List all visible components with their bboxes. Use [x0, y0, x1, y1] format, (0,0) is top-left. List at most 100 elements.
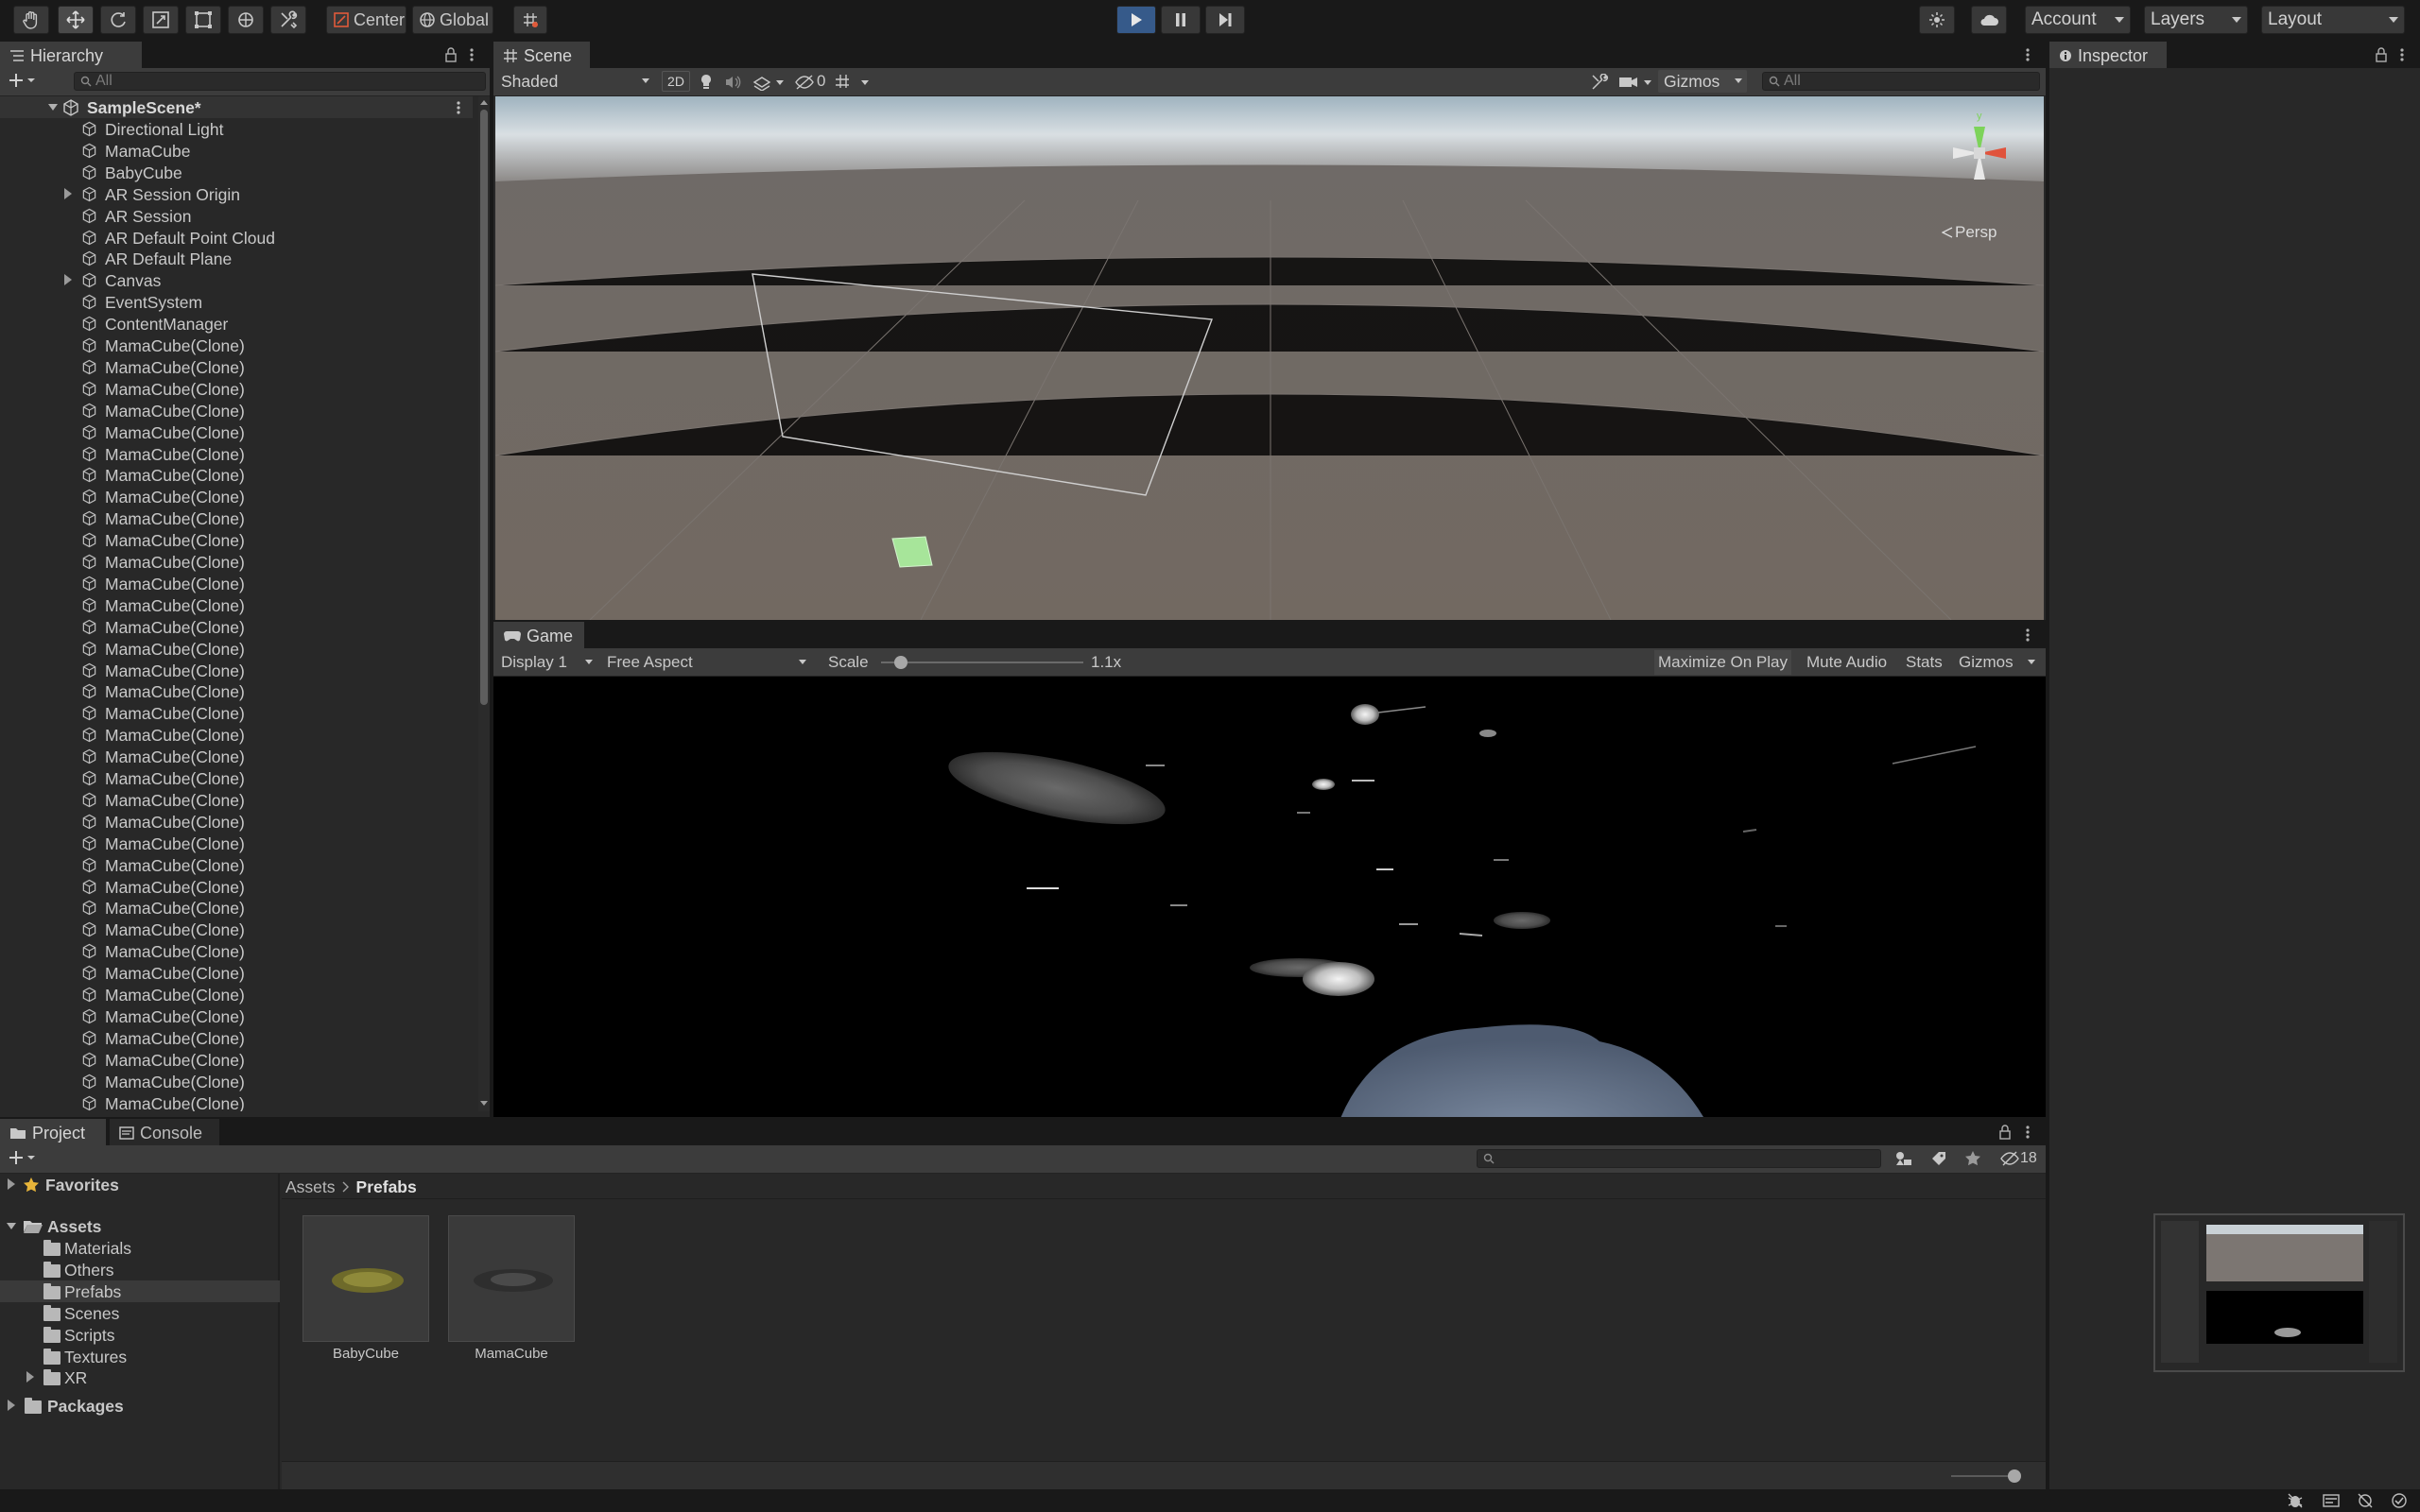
hidden-packages-icon[interactable] — [2000, 1151, 2019, 1166]
hierarchy-item[interactable]: MamaCube(Clone) — [0, 443, 473, 465]
tab-inspector[interactable]: Inspector — [2049, 42, 2167, 68]
breadcrumb-assets[interactable]: Assets — [285, 1177, 336, 1197]
scale-slider[interactable] — [881, 656, 1083, 669]
step-button[interactable] — [1205, 6, 1245, 34]
tree-item-folder[interactable]: Others — [0, 1259, 280, 1280]
grid-toggle-icon[interactable] — [834, 73, 855, 92]
hierarchy-item[interactable]: MamaCube(Clone) — [0, 962, 473, 984]
hierarchy-item[interactable]: MamaCube(Clone) — [0, 702, 473, 724]
tree-item-assets[interactable]: Assets — [0, 1215, 280, 1237]
hierarchy-item[interactable]: MamaCube(Clone) — [0, 680, 473, 702]
hierarchy-item[interactable]: MamaCube(Clone) — [0, 464, 473, 486]
hierarchy-item[interactable]: MamaCube(Clone) — [0, 984, 473, 1005]
projection-toggle[interactable]: Persp — [1942, 223, 1996, 242]
hierarchy-item[interactable]: MamaCube(Clone) — [0, 486, 473, 507]
create-button[interactable] — [8, 72, 36, 89]
hierarchy-item[interactable]: MamaCube(Clone) — [0, 594, 473, 616]
preview-thumbnail[interactable] — [2153, 1213, 2405, 1372]
thumbnail-size-slider[interactable] — [1951, 1469, 2021, 1483]
scene-viewport[interactable]: y Persp — [495, 96, 2044, 620]
hierarchy-item[interactable]: MamaCube(Clone) — [0, 660, 473, 681]
chevron-down-icon[interactable] — [1643, 79, 1652, 87]
lock-icon[interactable] — [444, 47, 458, 62]
cloud-button[interactable] — [1971, 6, 2007, 34]
hierarchy-item[interactable]: MamaCube(Clone) — [0, 1027, 473, 1049]
move-tool-button[interactable] — [58, 6, 94, 34]
foldout-open-icon[interactable] — [47, 103, 59, 112]
tab-project[interactable]: Project — [0, 1119, 106, 1145]
rotate-tool-button[interactable] — [100, 6, 136, 34]
hierarchy-item[interactable]: ContentManager — [0, 313, 473, 335]
play-button[interactable] — [1116, 6, 1156, 34]
hierarchy-item[interactable]: MamaCube(Clone) — [0, 400, 473, 421]
hierarchy-item[interactable]: MamaCube(Clone) — [0, 573, 473, 594]
hierarchy-item[interactable]: MamaCube(Clone) — [0, 940, 473, 962]
hierarchy-item[interactable]: MamaCube(Clone) — [0, 854, 473, 876]
chevron-down-icon[interactable] — [860, 79, 870, 87]
project-create-button[interactable] — [8, 1149, 36, 1166]
hierarchy-item[interactable]: MamaCube(Clone) — [0, 1092, 473, 1111]
hierarchy-item[interactable]: MamaCube(Clone) — [0, 746, 473, 767]
hierarchy-item[interactable]: MamaCube(Clone) — [0, 876, 473, 898]
kebab-menu-icon[interactable] — [469, 47, 475, 62]
scale-tool-button[interactable] — [143, 6, 179, 34]
tree-item-folder[interactable]: Scripts — [0, 1324, 280, 1346]
foldout-closed-icon[interactable] — [26, 1371, 34, 1383]
grid-snap-button[interactable] — [513, 6, 547, 34]
hierarchy-item[interactable]: MamaCube(Clone) — [0, 616, 473, 638]
foldout-closed-icon[interactable] — [8, 1178, 15, 1190]
orientation-gizmo[interactable]: y — [1932, 106, 2036, 210]
tools-icon[interactable] — [1590, 74, 1609, 91]
hierarchy-item[interactable]: MamaCube(Clone) — [0, 551, 473, 573]
hierarchy-item[interactable]: MamaCube(Clone) — [0, 638, 473, 660]
stats-toggle[interactable]: Stats — [1902, 650, 1946, 675]
check-circle-icon[interactable] — [2390, 1492, 2409, 1509]
lock-icon[interactable] — [1998, 1125, 2012, 1140]
effects-icon[interactable] — [752, 74, 771, 91]
pause-button[interactable] — [1161, 6, 1201, 34]
custom-tool-button[interactable] — [270, 6, 306, 34]
filter-by-type-icon[interactable] — [1894, 1150, 1913, 1167]
lightbulb-icon[interactable] — [700, 74, 713, 91]
hierarchy-item[interactable]: MamaCube(Clone) — [0, 529, 473, 551]
label-tag-icon[interactable] — [1930, 1150, 1947, 1167]
bug-icon[interactable] — [2286, 1492, 2305, 1509]
kebab-menu-icon[interactable] — [2025, 1125, 2031, 1140]
foldout-closed-icon[interactable] — [8, 1400, 15, 1411]
kebab-menu-icon[interactable] — [2025, 627, 2031, 643]
transform-tool-button[interactable] — [228, 6, 264, 34]
account-dropdown[interactable]: Account — [2025, 6, 2131, 34]
asset-item-mamacube[interactable]: MamaCube — [448, 1215, 575, 1366]
tree-item-folder[interactable]: Scenes — [0, 1302, 280, 1324]
tree-item-favorites[interactable]: Favorites — [0, 1174, 280, 1195]
maximize-on-play-toggle[interactable]: Maximize On Play — [1654, 650, 1791, 675]
tree-item-packages[interactable]: Packages — [0, 1395, 280, 1417]
tree-item-folder[interactable]: XR — [0, 1366, 280, 1388]
chevron-down-icon[interactable] — [775, 79, 785, 87]
hierarchy-item[interactable]: MamaCube(Clone) — [0, 811, 473, 833]
foldout-closed-icon[interactable] — [64, 274, 72, 286]
mute-audio-toggle[interactable]: Mute Audio — [1803, 650, 1891, 675]
hierarchy-item[interactable]: MamaCube(Clone) — [0, 724, 473, 746]
2d-mode-button[interactable]: 2D — [662, 71, 690, 92]
tab-scene[interactable]: Scene — [493, 42, 590, 68]
hierarchy-item[interactable]: MamaCube(Clone) — [0, 833, 473, 854]
shading-mode-dropdown[interactable]: Shaded — [497, 70, 656, 93]
rect-tool-button[interactable] — [185, 6, 221, 34]
tab-console[interactable]: Console — [110, 1119, 219, 1145]
scrollbar-thumb[interactable] — [480, 110, 488, 705]
tree-item-folder[interactable]: Prefabs — [0, 1280, 280, 1302]
hierarchy-item[interactable]: MamaCube — [0, 140, 473, 162]
scale-slider-thumb[interactable] — [894, 656, 908, 669]
hierarchy-item[interactable]: AR Session — [0, 205, 473, 227]
aspect-dropdown[interactable]: Free Aspect — [603, 650, 815, 675]
thumbnail-size-thumb[interactable] — [2008, 1469, 2021, 1483]
foldout-open-icon[interactable] — [6, 1222, 17, 1231]
progress-icon[interactable] — [2322, 1492, 2341, 1509]
hierarchy-item[interactable]: MamaCube(Clone) — [0, 1005, 473, 1027]
hidden-objects-icon[interactable] — [794, 74, 815, 91]
hierarchy-item[interactable]: MamaCube(Clone) — [0, 421, 473, 443]
scene-search-input[interactable]: All — [1762, 72, 2040, 91]
hierarchy-item[interactable]: AR Default Point Cloud — [0, 227, 473, 249]
scene-gizmos-dropdown[interactable]: Gizmos — [1658, 70, 1747, 93]
